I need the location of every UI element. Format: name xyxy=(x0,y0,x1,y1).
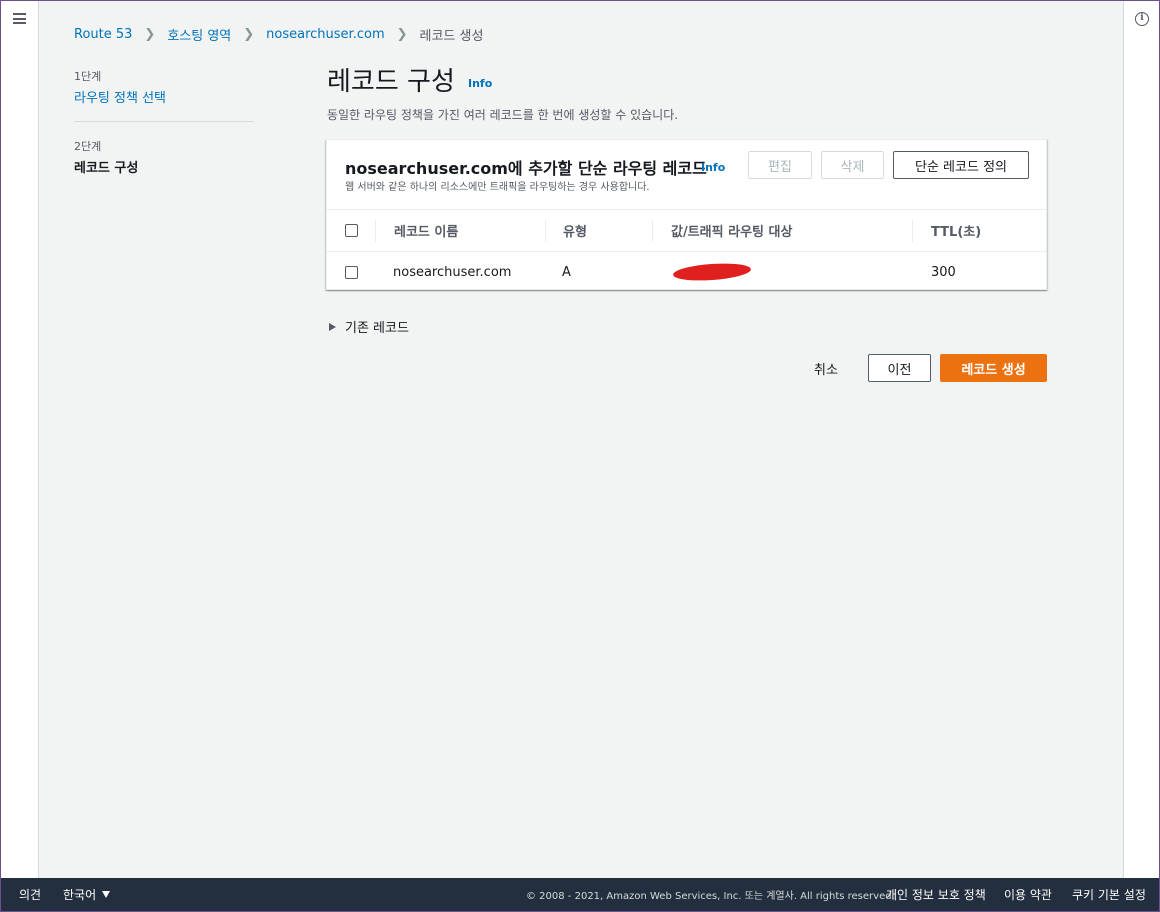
left-navigation-rail xyxy=(1,1,39,880)
select-all-cell xyxy=(345,210,358,251)
previous-button[interactable]: 이전 xyxy=(868,354,931,382)
caret-down-icon xyxy=(102,891,111,898)
edit-button[interactable]: 편집 xyxy=(748,151,812,179)
record-value-cell xyxy=(672,252,752,292)
records-container: nosearchuser.com에 추가할 단순 라우팅 레코드 Info 웹 … xyxy=(326,139,1047,290)
cancel-button[interactable]: 취소 xyxy=(814,359,838,378)
footer: 의견 한국어 © 2008 - 2021, Amazon Web Service… xyxy=(1,878,1159,911)
breadcrumb: Route 53 ❯ 호스팅 영역 ❯ nosearchuser.com ❯ 레… xyxy=(74,25,483,44)
container-description: 웹 서버와 같은 하나의 리소스에만 트래픽을 라우팅하는 경우 사용합니다. xyxy=(345,182,650,193)
column-divider xyxy=(652,220,653,242)
chevron-right-icon: ❯ xyxy=(243,27,255,42)
column-divider xyxy=(912,220,913,242)
info-icon[interactable]: i xyxy=(1135,12,1149,26)
breadcrumb-domain[interactable]: nosearchuser.com xyxy=(266,27,384,42)
container-info-link[interactable]: Info xyxy=(701,161,725,174)
breadcrumb-hosted-zones[interactable]: 호스팅 영역 xyxy=(167,25,231,44)
right-tools-rail: i xyxy=(1123,1,1159,880)
terms-link[interactable]: 이용 약관 xyxy=(1004,878,1052,911)
copyright-text: © 2008 - 2021, Amazon Web Services, Inc.… xyxy=(526,891,895,902)
column-divider xyxy=(375,220,376,242)
container-header: nosearchuser.com에 추가할 단순 라우팅 레코드 Info 웹 … xyxy=(327,140,1046,210)
step-divider xyxy=(74,121,254,122)
feedback-link[interactable]: 의견 xyxy=(19,878,41,911)
row-select-cell xyxy=(345,252,358,292)
record-type-cell: A xyxy=(562,264,571,280)
table-header: 레코드 이름 유형 값/트래픽 라우팅 대상 TTL(초) xyxy=(327,210,1046,252)
chevron-right-icon: ❯ xyxy=(396,27,408,42)
column-divider xyxy=(545,220,546,242)
language-selector[interactable]: 한국어 xyxy=(63,878,111,911)
column-header-record-name[interactable]: 레코드 이름 xyxy=(394,210,458,251)
delete-button[interactable]: 삭제 xyxy=(821,151,884,179)
privacy-policy-link[interactable]: 개인 정보 보호 정책 xyxy=(886,878,986,911)
hamburger-menu-icon[interactable] xyxy=(13,13,26,24)
redaction-mark xyxy=(672,261,752,283)
select-all-checkbox[interactable] xyxy=(345,224,358,237)
column-header-ttl[interactable]: TTL(초) xyxy=(931,210,981,251)
breadcrumb-current: 레코드 생성 xyxy=(419,29,484,44)
record-name-cell: nosearchuser.com xyxy=(393,264,512,280)
table-row[interactable]: nosearchuser.com A 300 xyxy=(327,252,1046,292)
language-label: 한국어 xyxy=(63,888,97,902)
page-description: 동일한 라우팅 정책을 가진 여러 레코드를 한 번에 생성할 수 있습니다. xyxy=(327,108,679,122)
wizard-steps: 1단계 라우팅 정책 선택 2단계 레코드 구성 xyxy=(74,68,254,176)
column-header-value[interactable]: 값/트래픽 라우팅 대상 xyxy=(671,210,792,251)
row-checkbox[interactable] xyxy=(345,265,358,279)
container-title: nosearchuser.com에 추가할 단순 라우팅 레코드 xyxy=(345,159,707,178)
step-2-number: 2단계 xyxy=(74,140,102,153)
define-simple-record-button[interactable]: 단순 레코드 정의 xyxy=(893,151,1029,179)
cookie-preferences-link[interactable]: 쿠키 기본 설정 xyxy=(1072,878,1146,911)
step-1-number: 1단계 xyxy=(74,70,102,83)
existing-records-toggle[interactable]: 기존 레코드 xyxy=(329,317,409,336)
page-info-link[interactable]: Info xyxy=(468,77,492,90)
page-title: 레코드 구성 xyxy=(327,67,455,97)
step-2-current: 레코드 구성 xyxy=(74,161,139,176)
create-records-button[interactable]: 레코드 생성 xyxy=(940,354,1047,382)
column-header-type[interactable]: 유형 xyxy=(563,210,587,251)
breadcrumb-route53[interactable]: Route 53 xyxy=(74,27,132,42)
step-1-link[interactable]: 라우팅 정책 선택 xyxy=(74,87,254,106)
caret-right-icon xyxy=(329,322,336,331)
record-ttl-cell: 300 xyxy=(931,264,956,280)
existing-records-label: 기존 레코드 xyxy=(345,321,409,336)
chevron-right-icon: ❯ xyxy=(144,27,156,42)
